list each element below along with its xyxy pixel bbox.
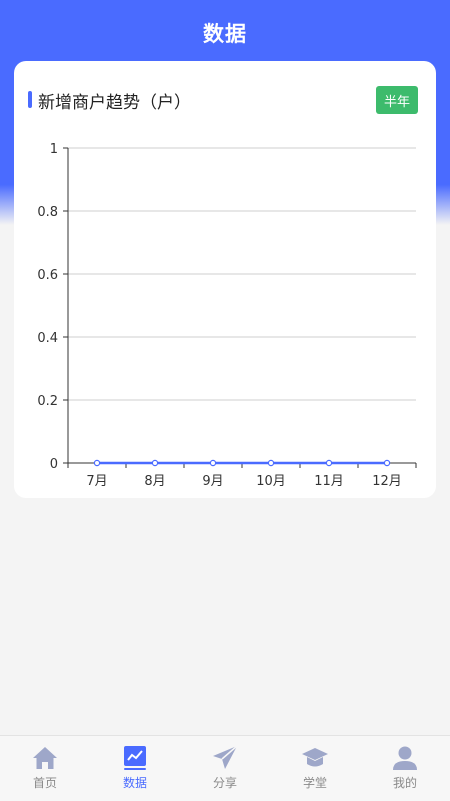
x-tick-label: 11月: [314, 474, 344, 489]
tab-mine[interactable]: 我的: [360, 736, 450, 801]
y-tick-label: 0: [50, 457, 58, 472]
tab-academy-label: 学堂: [302, 776, 327, 790]
tab-data-label: 数据: [122, 776, 147, 790]
tab-share[interactable]: 分享: [180, 736, 270, 801]
y-tick-label: 0.8: [37, 205, 58, 220]
tab-share-label: 分享: [212, 776, 237, 790]
chart-icon: [124, 746, 146, 770]
data-point: [383, 459, 391, 467]
y-tick-label: 0.6: [37, 268, 58, 283]
home-icon: [33, 747, 57, 769]
tab-mine-label: 我的: [392, 776, 417, 790]
data-point: [267, 459, 275, 467]
data-point: [209, 459, 217, 467]
x-tick-label: 9月: [202, 474, 223, 489]
paper-plane-icon: [213, 745, 238, 769]
y-tick-label: 0.2: [37, 394, 58, 409]
user-icon: [393, 746, 417, 770]
graduation-cap-icon: [302, 748, 328, 767]
tab-data[interactable]: 数据: [90, 736, 180, 801]
x-tick-label: 8月: [144, 474, 165, 489]
x-tick-label: 7月: [86, 474, 107, 489]
data-point: [325, 459, 333, 467]
merchant-trend-chart: 0 0.2 0.4 0.6 0.8 1 7月 8月 9月 10月 11月 12月: [37, 142, 417, 489]
tab-home-label: 首页: [32, 776, 57, 790]
data-point: [151, 459, 159, 467]
bottom-tab-bar: 首页 数据 分享 学堂 我的: [0, 735, 450, 801]
x-tick-label: 12月: [372, 474, 402, 489]
data-point: [93, 459, 101, 467]
x-tick-label: 10月: [256, 474, 286, 489]
tab-home[interactable]: 首页: [0, 736, 90, 801]
y-tick-label: 0.4: [37, 331, 58, 346]
y-tick-label: 1: [50, 142, 58, 157]
tab-academy[interactable]: 学堂: [270, 736, 360, 801]
